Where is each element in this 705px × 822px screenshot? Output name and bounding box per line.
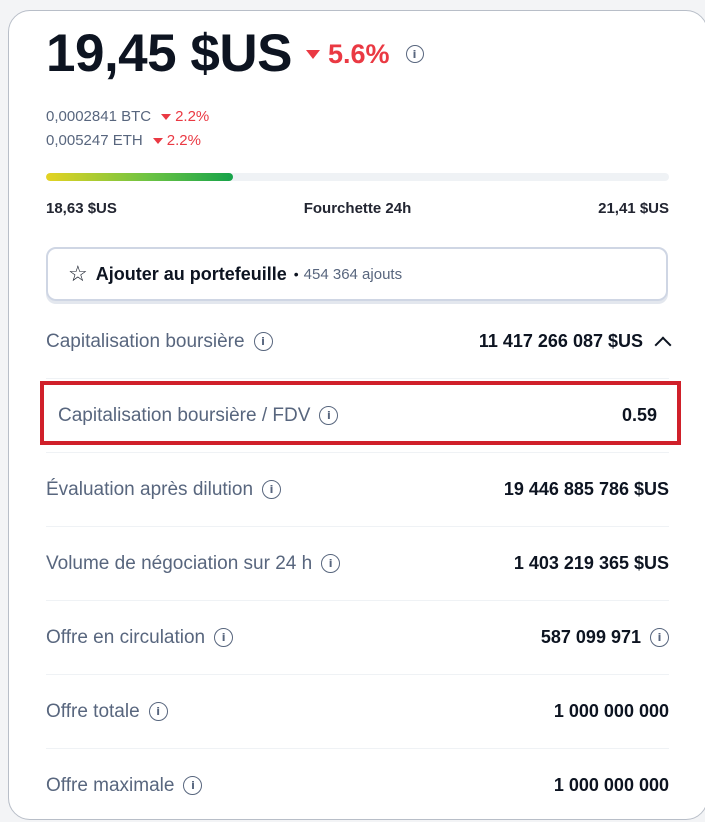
add-to-watchlist-button[interactable]: ☆ Ajouter au portefeuille • 454 364 ajou…: [46, 247, 668, 301]
caret-down-icon: [152, 137, 163, 144]
caret-down-icon: [161, 113, 172, 120]
stat-label: Capitalisation boursière / FDV i: [58, 404, 339, 427]
watchlist-count: 454 364 ajouts: [303, 265, 403, 283]
stat-label: Offre maximale i: [46, 774, 203, 797]
caret-down-icon: [305, 49, 320, 59]
stat-value: 0.59: [621, 405, 657, 425]
stat-value: 1 000 000 000: [553, 775, 669, 795]
range-high: 21,41 $US: [598, 200, 669, 217]
stat-value-text: 587 099 971: [540, 627, 641, 647]
stat-label: Offre totale i: [46, 701, 168, 723]
info-icon[interactable]: i: [319, 406, 339, 425]
chevron-up-icon[interactable]: [654, 336, 672, 353]
stat-label: Offre en circulation i: [46, 626, 234, 649]
conversion-change-value: 2.2%: [166, 132, 201, 149]
stat-value: 1 403 219 365 $US: [513, 553, 669, 573]
eth-conversion: 0,005247 ETH 2.2%: [46, 132, 201, 149]
stat-value: 1 000 000 000: [553, 701, 669, 721]
range-24h-fill: [46, 173, 233, 181]
info-icon[interactable]: i: [253, 332, 273, 351]
range-low: 18,63 $US: [46, 200, 117, 217]
conversion-amount: 0,0002841 BTC: [46, 108, 152, 125]
price-change-24h: 5.6%: [305, 38, 390, 70]
stat-row-market-cap[interactable]: Capitalisation boursière i 11 417 266 08…: [46, 305, 672, 379]
stat-label-text: Évaluation après dilution: [46, 478, 254, 500]
star-outline-icon: ☆: [68, 261, 88, 286]
stat-value: 587 099 971 i: [541, 627, 669, 648]
info-icon[interactable]: i: [183, 776, 203, 795]
price-change-percent: 5.6%: [327, 38, 390, 69]
conversion-change-value: 2.2%: [175, 108, 210, 125]
stat-row-fdv: Évaluation après dilution i 19 446 885 7…: [46, 453, 669, 527]
stat-row-market-cap-fdv: Capitalisation boursière / FDV i 0.59: [46, 379, 669, 453]
info-icon[interactable]: i: [405, 45, 424, 63]
stat-label: Évaluation après dilution i: [46, 478, 282, 501]
stat-row-circulating-supply: Offre en circulation i 587 099 971 i: [46, 601, 669, 675]
info-icon[interactable]: i: [214, 628, 234, 647]
stat-value: 19 446 885 786 $US: [503, 479, 669, 499]
stat-label-text: Offre totale: [46, 700, 140, 722]
stat-row-max-supply: Offre maximale i 1 000 000 000: [46, 749, 669, 822]
info-icon[interactable]: i: [321, 554, 341, 573]
info-icon[interactable]: i: [650, 628, 669, 647]
range-24h-bar: [46, 173, 669, 181]
stat-label: Volume de négociation sur 24 h i: [46, 552, 341, 575]
stat-label-text: Capitalisation boursière / FDV: [58, 404, 311, 426]
range-label: Fourchette 24h: [303, 200, 412, 217]
conversion-change: 2.2%: [152, 132, 201, 149]
stat-label-text: Offre maximale: [46, 774, 175, 796]
stats-list: Capitalisation boursière i 11 417 266 08…: [46, 305, 672, 822]
stat-value-text: 11 417 266 087 $US: [478, 331, 643, 351]
watchlist-label: Ajouter au portefeuille: [95, 263, 287, 284]
stat-label-text: Volume de négociation sur 24 h: [46, 552, 313, 574]
stat-row-volume-24h: Volume de négociation sur 24 h i 1 403 2…: [46, 527, 669, 601]
stat-label-text: Capitalisation boursière: [46, 330, 245, 352]
price-header: 19,45 $US 5.6% i: [46, 22, 424, 86]
btc-conversion: 0,0002841 BTC 2.2%: [46, 108, 209, 125]
stat-row-total-supply: Offre totale i 1 000 000 000: [46, 675, 669, 749]
range-24h-labels: 18,63 $US Fourchette 24h 21,41 $US: [46, 200, 669, 217]
conversion-change: 2.2%: [161, 108, 209, 125]
stat-label: Capitalisation boursière i: [46, 331, 273, 353]
watchlist-separator: •: [293, 266, 299, 282]
conversion-amount: 0,005247 ETH: [46, 132, 143, 149]
current-price: 19,45 $US: [46, 24, 292, 83]
stat-label-text: Offre en circulation: [46, 626, 206, 648]
stat-value: 11 417 266 087 $US: [478, 331, 672, 353]
info-icon[interactable]: i: [148, 702, 168, 721]
info-icon[interactable]: i: [262, 480, 282, 499]
